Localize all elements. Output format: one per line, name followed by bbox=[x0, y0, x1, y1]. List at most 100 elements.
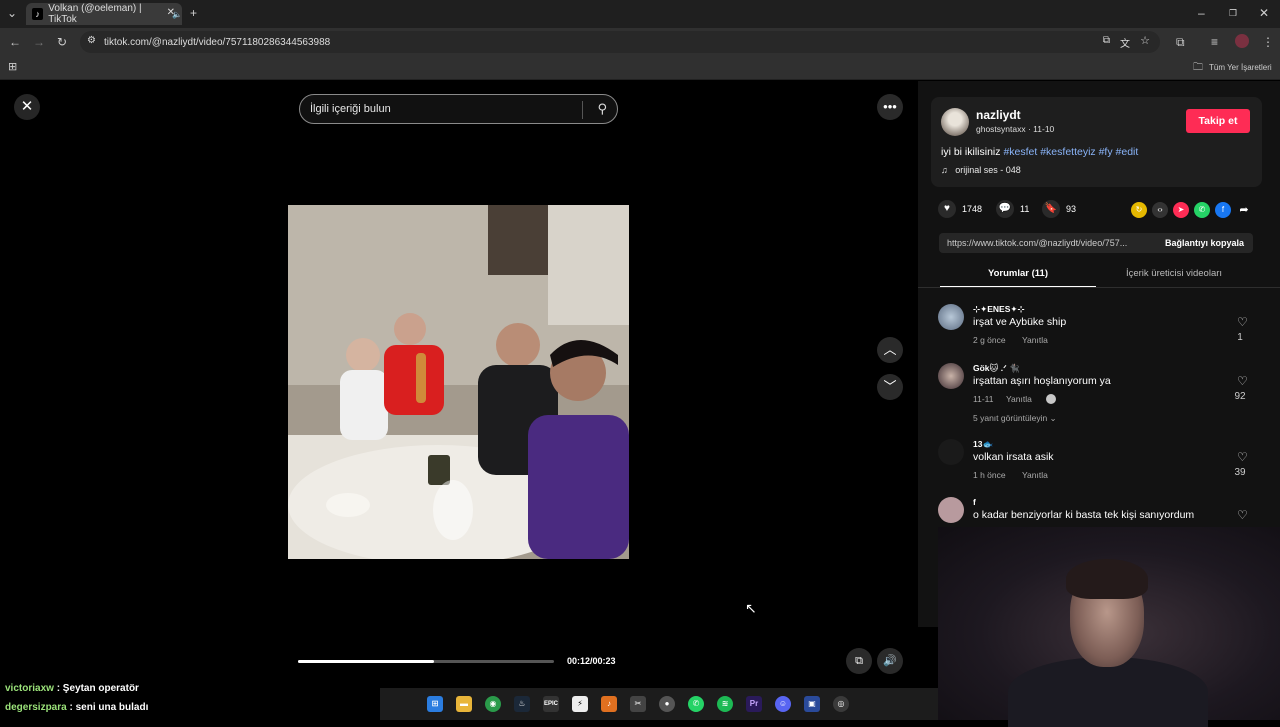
bookmark-icon[interactable]: 🔖 bbox=[1042, 200, 1060, 218]
apps-grid-icon[interactable]: ⊞ bbox=[8, 60, 17, 74]
comment-username[interactable]: Gök🐱 .ᐟ 🐈‍⬛ bbox=[973, 363, 1020, 374]
like-stat[interactable]: ♥ 1748 bbox=[938, 200, 982, 218]
next-video-button[interactable]: ﹀ bbox=[877, 374, 903, 400]
tab-close-icon[interactable]: ✕ bbox=[167, 7, 175, 18]
floating-player-button[interactable]: ⧉ bbox=[846, 648, 872, 674]
hashtag-link[interactable]: #kesfet bbox=[1003, 146, 1037, 158]
comment-avatar[interactable] bbox=[938, 439, 964, 465]
obs-icon[interactable]: ● bbox=[659, 696, 675, 712]
comment-username[interactable]: 13🐟 bbox=[973, 439, 993, 450]
window-close-icon[interactable]: ✕ bbox=[1259, 6, 1269, 20]
folder-icon: 🗀 bbox=[1193, 62, 1203, 73]
comment-like-icon[interactable]: ♡ bbox=[1237, 450, 1248, 464]
capcut-icon[interactable]: ✂ bbox=[630, 696, 646, 712]
premiere-icon[interactable]: Pr bbox=[746, 696, 762, 712]
back-icon[interactable]: ← bbox=[9, 35, 21, 49]
tab-creator-videos[interactable]: İçerik üreticisi videoları bbox=[1096, 262, 1252, 288]
bookmark-star-icon[interactable]: ☆ bbox=[1140, 34, 1150, 47]
close-video-button[interactable]: ✕ bbox=[14, 94, 40, 120]
comment-stat[interactable]: 💬 11 bbox=[996, 200, 1029, 218]
comment-like-icon[interactable]: ♡ bbox=[1237, 374, 1248, 388]
webcam-person-body bbox=[1008, 657, 1208, 727]
reload-icon[interactable]: ↻ bbox=[57, 35, 67, 49]
video-frame[interactable] bbox=[288, 205, 629, 559]
hashtag-link[interactable]: #kesfetteyiz bbox=[1040, 146, 1095, 158]
file-explorer-icon[interactable]: ▬ bbox=[456, 696, 472, 712]
reply-button[interactable]: Yanıtla bbox=[1006, 394, 1032, 404]
playback-time: 00:12/00:23 bbox=[567, 656, 616, 666]
facebook-icon[interactable]: f bbox=[1215, 202, 1231, 218]
new-tab-icon[interactable]: + bbox=[190, 6, 197, 20]
chat-text: : seni una buladı bbox=[66, 702, 149, 713]
tabs-divider bbox=[918, 287, 1280, 288]
spotify-icon[interactable]: ≋ bbox=[717, 696, 733, 712]
comment-avatar[interactable] bbox=[938, 363, 964, 389]
chrome-icon[interactable]: ◉ bbox=[485, 696, 501, 712]
comment-avatar[interactable] bbox=[938, 304, 964, 330]
author-avatar[interactable] bbox=[941, 108, 969, 136]
profile-avatar-icon[interactable] bbox=[1235, 34, 1249, 48]
music-note-icon: ♫ bbox=[941, 165, 948, 175]
whatsapp-taskbar-icon[interactable]: ✆ bbox=[688, 696, 704, 712]
more-options-button[interactable]: ••• bbox=[877, 94, 903, 120]
discord-icon[interactable]: ☺ bbox=[775, 696, 791, 712]
restore-icon[interactable]: ❐ bbox=[1229, 6, 1237, 20]
comment-like-icon[interactable]: ♡ bbox=[1237, 508, 1248, 522]
comment-username[interactable]: f bbox=[973, 497, 976, 507]
send-icon[interactable]: ➤ bbox=[1173, 202, 1189, 218]
comment-icon[interactable]: 💬 bbox=[996, 200, 1014, 218]
cast-icon[interactable]: ⧉ bbox=[1103, 35, 1110, 46]
whatsapp-icon[interactable]: ✆ bbox=[1194, 202, 1210, 218]
sound-link[interactable]: ♫ orijinal ses - 048 bbox=[941, 165, 1021, 175]
translate-icon[interactable]: 文 bbox=[1120, 35, 1130, 50]
webcam-person-hair bbox=[1066, 559, 1148, 599]
search-icon[interactable]: ⚲ bbox=[597, 101, 607, 117]
site-info-icon[interactable]: ⚙ bbox=[87, 35, 96, 46]
minimize-icon[interactable]: – bbox=[1198, 6, 1205, 20]
start-icon[interactable]: ⊞ bbox=[427, 696, 443, 712]
hashtag-link[interactable]: #edit bbox=[1116, 146, 1139, 158]
video-link[interactable]: https://www.tiktok.com/@nazliydt/video/7… bbox=[947, 238, 1127, 248]
author-username[interactable]: nazliydt bbox=[976, 108, 1021, 122]
follow-button[interactable]: Takip et bbox=[1186, 109, 1250, 133]
progress-bar[interactable] bbox=[298, 660, 554, 663]
reply-button[interactable]: Yanıtla bbox=[1022, 335, 1048, 345]
copy-link-button[interactable]: Bağlantıyı kopyala bbox=[1165, 233, 1244, 253]
tab-title: Volkan (@oeleman) | TikTok bbox=[48, 3, 142, 25]
tab-search-icon[interactable]: ⌄ bbox=[7, 6, 17, 20]
chrome-active-icon[interactable]: ◎ bbox=[833, 696, 849, 712]
reply-button[interactable]: Yanıtla bbox=[1022, 470, 1048, 480]
save-count: 93 bbox=[1066, 204, 1077, 214]
comment-like-icon[interactable]: ♡ bbox=[1237, 315, 1248, 329]
address-bar[interactable]: ⚙ tiktok.com/@nazliydt/video/75711802863… bbox=[80, 31, 1160, 53]
extensions-icon[interactable]: ⧉ bbox=[1176, 35, 1185, 49]
steam-icon[interactable]: ♨ bbox=[514, 696, 530, 712]
comment-avatar[interactable] bbox=[938, 497, 964, 523]
menu-icon[interactable]: ⋮ bbox=[1262, 35, 1274, 49]
search-divider bbox=[582, 101, 583, 119]
hashtag-link[interactable]: #fy bbox=[1099, 146, 1113, 158]
browser-tab[interactable]: ♪ Volkan (@oeleman) | TikTok 🔈 ✕ bbox=[26, 3, 182, 25]
forward-icon[interactable]: → bbox=[33, 35, 45, 49]
search-input[interactable]: İlgili içeriği bulun ⚲ bbox=[299, 94, 618, 124]
comment-like-count: 1 bbox=[1237, 332, 1243, 343]
tab-comments[interactable]: Yorumlar (11) bbox=[940, 262, 1096, 288]
embed-icon[interactable]: ‹› bbox=[1152, 202, 1168, 218]
comment-username[interactable]: ⊹✦ENES✦⊹ bbox=[973, 304, 1025, 315]
view-replies-button[interactable]: 5 yanıt görüntüleyin ⌄ bbox=[973, 413, 1057, 424]
all-bookmarks-label[interactable]: Tüm Yer İşaretleri bbox=[1209, 63, 1272, 72]
tiktok-favicon-icon: ♪ bbox=[32, 8, 44, 20]
video-player[interactable]: İlgili içeriği bulun ⚲ bbox=[288, 81, 629, 687]
comment-count: 11 bbox=[1020, 204, 1030, 214]
fl-studio-icon[interactable]: ♪ bbox=[601, 696, 617, 712]
epic-games-icon[interactable]: EPIC bbox=[543, 696, 559, 712]
media-icon[interactable]: ≡ bbox=[1211, 35, 1218, 49]
share-arrow-icon[interactable]: ➦ bbox=[1236, 202, 1252, 218]
repost-icon[interactable]: ↻ bbox=[1131, 202, 1147, 218]
heart-icon[interactable]: ♥ bbox=[938, 200, 956, 218]
app-icon[interactable]: ⚡ bbox=[572, 696, 588, 712]
volume-button[interactable]: 🔊 bbox=[877, 648, 903, 674]
teams-icon[interactable]: ▣ bbox=[804, 696, 820, 712]
save-stat[interactable]: 🔖 93 bbox=[1042, 200, 1076, 218]
previous-video-button[interactable]: ︿ bbox=[877, 337, 903, 363]
